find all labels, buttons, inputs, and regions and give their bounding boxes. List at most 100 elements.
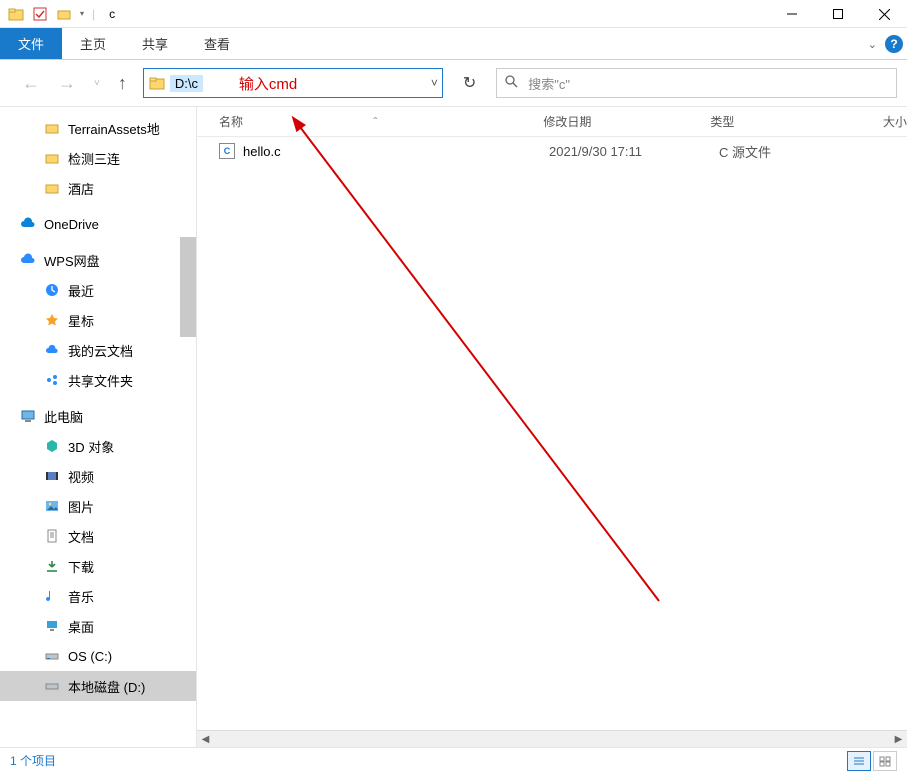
tree-onedrive[interactable]: OneDrive bbox=[0, 209, 196, 239]
tree-wps[interactable]: WPS网盘 bbox=[0, 245, 196, 275]
tree-item[interactable]: 检测三连 bbox=[0, 143, 196, 173]
file-list-pane: 名称 ˆ 修改日期 类型 大小 C hello.c 2021/9/30 17:1… bbox=[197, 107, 907, 747]
annotation-hint: 输入cmd bbox=[239, 73, 297, 94]
tree-label: 图片 bbox=[68, 497, 94, 516]
tree-label: 文档 bbox=[68, 527, 94, 546]
video-icon bbox=[44, 468, 60, 484]
tree-item[interactable]: 最近 bbox=[0, 275, 196, 305]
new-folder-icon[interactable] bbox=[56, 6, 72, 22]
tree-item[interactable]: OS (C:) bbox=[0, 641, 196, 671]
search-icon bbox=[505, 75, 518, 91]
sort-indicator-icon: ˆ bbox=[366, 115, 384, 129]
tree-label: 视频 bbox=[68, 467, 94, 486]
statusbar: 1 个项目 bbox=[0, 747, 907, 773]
up-button[interactable]: ↑ bbox=[118, 73, 127, 94]
titlebar: ▾ | c bbox=[0, 0, 907, 28]
tree-item[interactable]: 下载 bbox=[0, 551, 196, 581]
tab-share[interactable]: 共享 bbox=[124, 28, 186, 59]
navigation-bar: ← → ˅ ↑ D:\c 输入cmd ˅ ↻ 搜索"c" bbox=[0, 60, 907, 107]
tree-item[interactable]: 图片 bbox=[0, 491, 196, 521]
quick-access-toolbar: ▾ | c bbox=[0, 6, 115, 22]
window-title: c bbox=[109, 7, 115, 21]
scroll-left-icon[interactable]: ◀ bbox=[197, 734, 214, 745]
tree-item[interactable]: 音乐 bbox=[0, 581, 196, 611]
tree: TerrainAssets地 检测三连 酒店 OneDrive WPS网盘 bbox=[0, 107, 196, 701]
picture-icon bbox=[44, 498, 60, 514]
c-file-icon: C bbox=[219, 143, 235, 159]
qat-separator: | bbox=[92, 7, 95, 21]
search-box[interactable]: 搜索"c" bbox=[496, 68, 897, 98]
navigation-pane: TerrainAssets地 检测三连 酒店 OneDrive WPS网盘 bbox=[0, 107, 197, 747]
column-size[interactable]: 大小 bbox=[858, 113, 907, 130]
minimize-button[interactable] bbox=[769, 0, 815, 28]
window-controls bbox=[769, 0, 907, 28]
star-icon bbox=[44, 312, 60, 328]
details-view-button[interactable] bbox=[847, 751, 871, 771]
scroll-right-icon[interactable]: ▶ bbox=[890, 734, 907, 745]
back-button[interactable]: ← bbox=[22, 73, 40, 94]
tree-item[interactable]: TerrainAssets地 bbox=[0, 113, 196, 143]
tree-label: OS (C:) bbox=[68, 649, 112, 664]
horizontal-scrollbar[interactable]: ◀ ▶ bbox=[197, 730, 907, 747]
refresh-button[interactable]: ↻ bbox=[453, 73, 486, 93]
tree-label: 音乐 bbox=[68, 587, 94, 606]
tree-thispc[interactable]: 此电脑 bbox=[0, 401, 196, 431]
folder-icon bbox=[44, 180, 60, 196]
column-type[interactable]: 类型 bbox=[710, 113, 857, 130]
folder-icon bbox=[44, 120, 60, 136]
address-history-dropdown-icon[interactable]: ˅ bbox=[431, 76, 438, 90]
address-input[interactable]: D:\c bbox=[170, 75, 203, 92]
main-area: TerrainAssets地 检测三连 酒店 OneDrive WPS网盘 bbox=[0, 107, 907, 747]
close-button[interactable] bbox=[861, 0, 907, 28]
tree-item[interactable]: 视频 bbox=[0, 461, 196, 491]
download-icon bbox=[44, 558, 60, 574]
folder-icon bbox=[44, 150, 60, 166]
properties-icon[interactable] bbox=[32, 6, 48, 22]
tree-item[interactable]: 文档 bbox=[0, 521, 196, 551]
ribbon-expand-icon[interactable]: ⌄ bbox=[868, 38, 877, 51]
tree-item[interactable]: 共享文件夹 bbox=[0, 365, 196, 395]
file-date: 2021/9/30 17:11 bbox=[549, 144, 719, 159]
large-icons-view-button[interactable] bbox=[873, 751, 897, 771]
computer-icon bbox=[20, 408, 36, 424]
tree-label: TerrainAssets地 bbox=[68, 119, 160, 138]
address-bar[interactable]: D:\c 输入cmd ˅ bbox=[143, 68, 443, 98]
tree-item[interactable]: 我的云文档 bbox=[0, 335, 196, 365]
tree-item-current-drive[interactable]: 本地磁盘 (D:) bbox=[0, 671, 196, 701]
maximize-button[interactable] bbox=[815, 0, 861, 28]
file-row[interactable]: C hello.c 2021/9/30 17:11 C 源文件 bbox=[197, 137, 907, 165]
tree-label: 酒店 bbox=[68, 179, 94, 198]
tree-item[interactable]: 桌面 bbox=[0, 611, 196, 641]
tree-label: WPS网盘 bbox=[44, 251, 100, 270]
drive-icon bbox=[44, 678, 60, 694]
tree-label: 3D 对象 bbox=[68, 437, 114, 456]
tab-file[interactable]: 文件 bbox=[0, 28, 62, 59]
music-icon bbox=[44, 588, 60, 604]
forward-button[interactable]: → bbox=[58, 73, 76, 94]
column-name-label: 名称 bbox=[219, 115, 243, 129]
file-name: hello.c bbox=[243, 144, 281, 159]
column-name[interactable]: 名称 ˆ bbox=[219, 113, 543, 130]
tab-home[interactable]: 主页 bbox=[62, 28, 124, 59]
tree-item[interactable]: 星标 bbox=[0, 305, 196, 335]
tree-label: 检测三连 bbox=[68, 149, 120, 168]
tree-label: 星标 bbox=[68, 311, 94, 330]
sidebar-scrollbar[interactable] bbox=[180, 237, 196, 337]
qat-dropdown-icon[interactable]: ▾ bbox=[80, 9, 84, 18]
help-icon[interactable]: ? bbox=[885, 35, 903, 53]
tree-label: 此电脑 bbox=[44, 407, 83, 426]
column-date[interactable]: 修改日期 bbox=[543, 113, 710, 130]
desktop-icon bbox=[44, 618, 60, 634]
recent-dropdown-icon[interactable]: ˅ bbox=[94, 78, 100, 89]
item-count: 1 个项目 bbox=[10, 752, 56, 769]
folder-icon bbox=[148, 74, 166, 92]
tree-label: 桌面 bbox=[68, 617, 94, 636]
share-icon bbox=[44, 372, 60, 388]
drive-icon bbox=[44, 648, 60, 664]
tree-label: 最近 bbox=[68, 281, 94, 300]
cloud-icon bbox=[44, 342, 60, 358]
tree-item[interactable]: 3D 对象 bbox=[0, 431, 196, 461]
tree-label: 下载 bbox=[68, 557, 94, 576]
tree-item[interactable]: 酒店 bbox=[0, 173, 196, 203]
tab-view[interactable]: 查看 bbox=[186, 28, 248, 59]
